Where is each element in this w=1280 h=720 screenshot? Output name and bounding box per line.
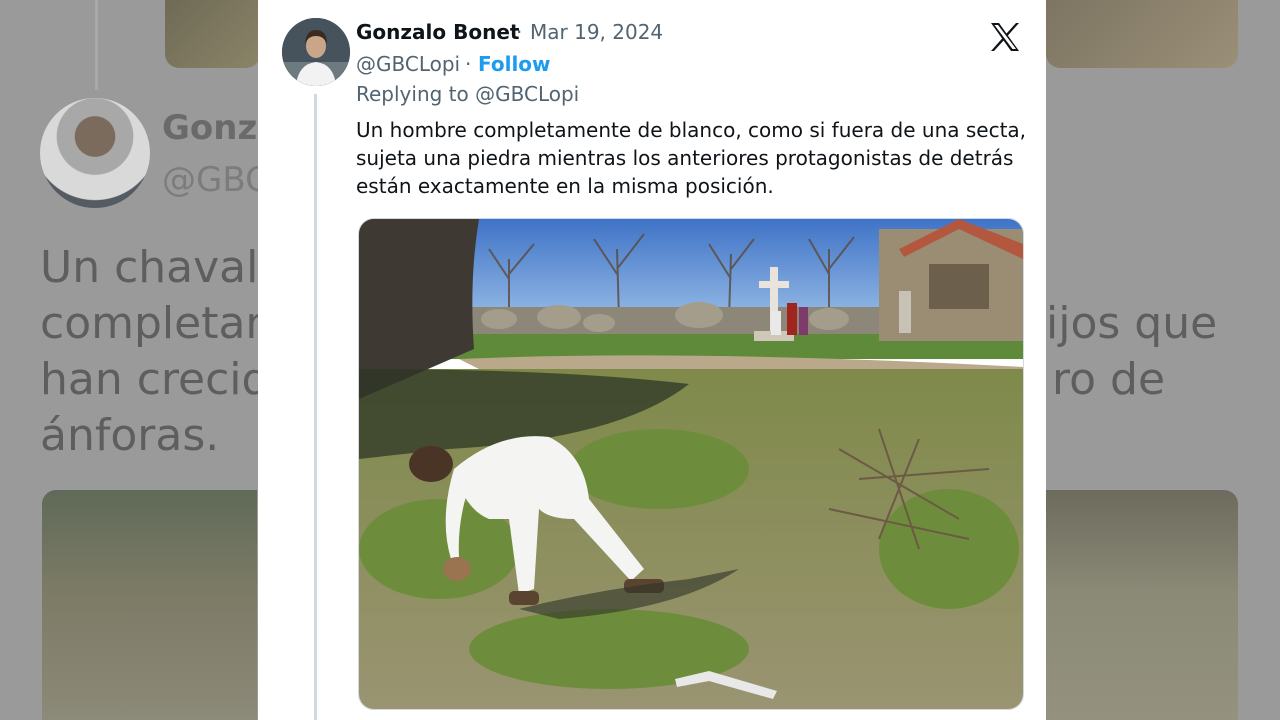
- thread-line: [314, 94, 317, 720]
- separator-dot: ·: [516, 20, 523, 44]
- background-thread-line: [95, 0, 98, 90]
- background-avatar: [40, 98, 150, 208]
- tweet-date[interactable]: Mar 19, 2024: [530, 20, 663, 44]
- author-handle[interactable]: @GBCLopi: [356, 52, 460, 76]
- tweet-text: Un hombre completamente de blanco, como …: [356, 116, 1026, 200]
- background-photo: [165, 0, 260, 68]
- background-photo: [1046, 490, 1238, 720]
- background-text-line: completam: [40, 298, 289, 349]
- replying-to[interactable]: Replying to @GBCLopi: [356, 82, 579, 106]
- tweet-text-line: sujeta una piedra mientras los anteriore…: [356, 146, 1014, 170]
- avatar[interactable]: [282, 18, 350, 86]
- author-name[interactable]: Gonzalo Bonet: [356, 20, 519, 44]
- tweet-card: Gonzalo Bonet · Mar 19, 2024 @GBCLopi · …: [258, 0, 1046, 720]
- tweet-text-line: están exactamente en la misma posición.: [356, 174, 774, 198]
- tweet-photo[interactable]: [358, 218, 1024, 710]
- background-text-line: ro de: [1052, 354, 1166, 405]
- background-photo: [42, 490, 257, 720]
- separator-dot: ·: [465, 52, 472, 76]
- background-text-line: ánforas.: [40, 410, 220, 461]
- x-logo-icon[interactable]: [988, 20, 1022, 54]
- background-text-line: Un chaval: [40, 242, 259, 293]
- tweet-text-line: Un hombre completamente de blanco, como …: [356, 118, 1027, 142]
- background-text-line: han crecid: [40, 354, 270, 405]
- background-text-line: ijos que: [1046, 298, 1218, 349]
- background-author-handle: @GBC: [162, 160, 269, 200]
- background-photo: [1046, 0, 1238, 68]
- follow-button[interactable]: Follow: [478, 52, 551, 76]
